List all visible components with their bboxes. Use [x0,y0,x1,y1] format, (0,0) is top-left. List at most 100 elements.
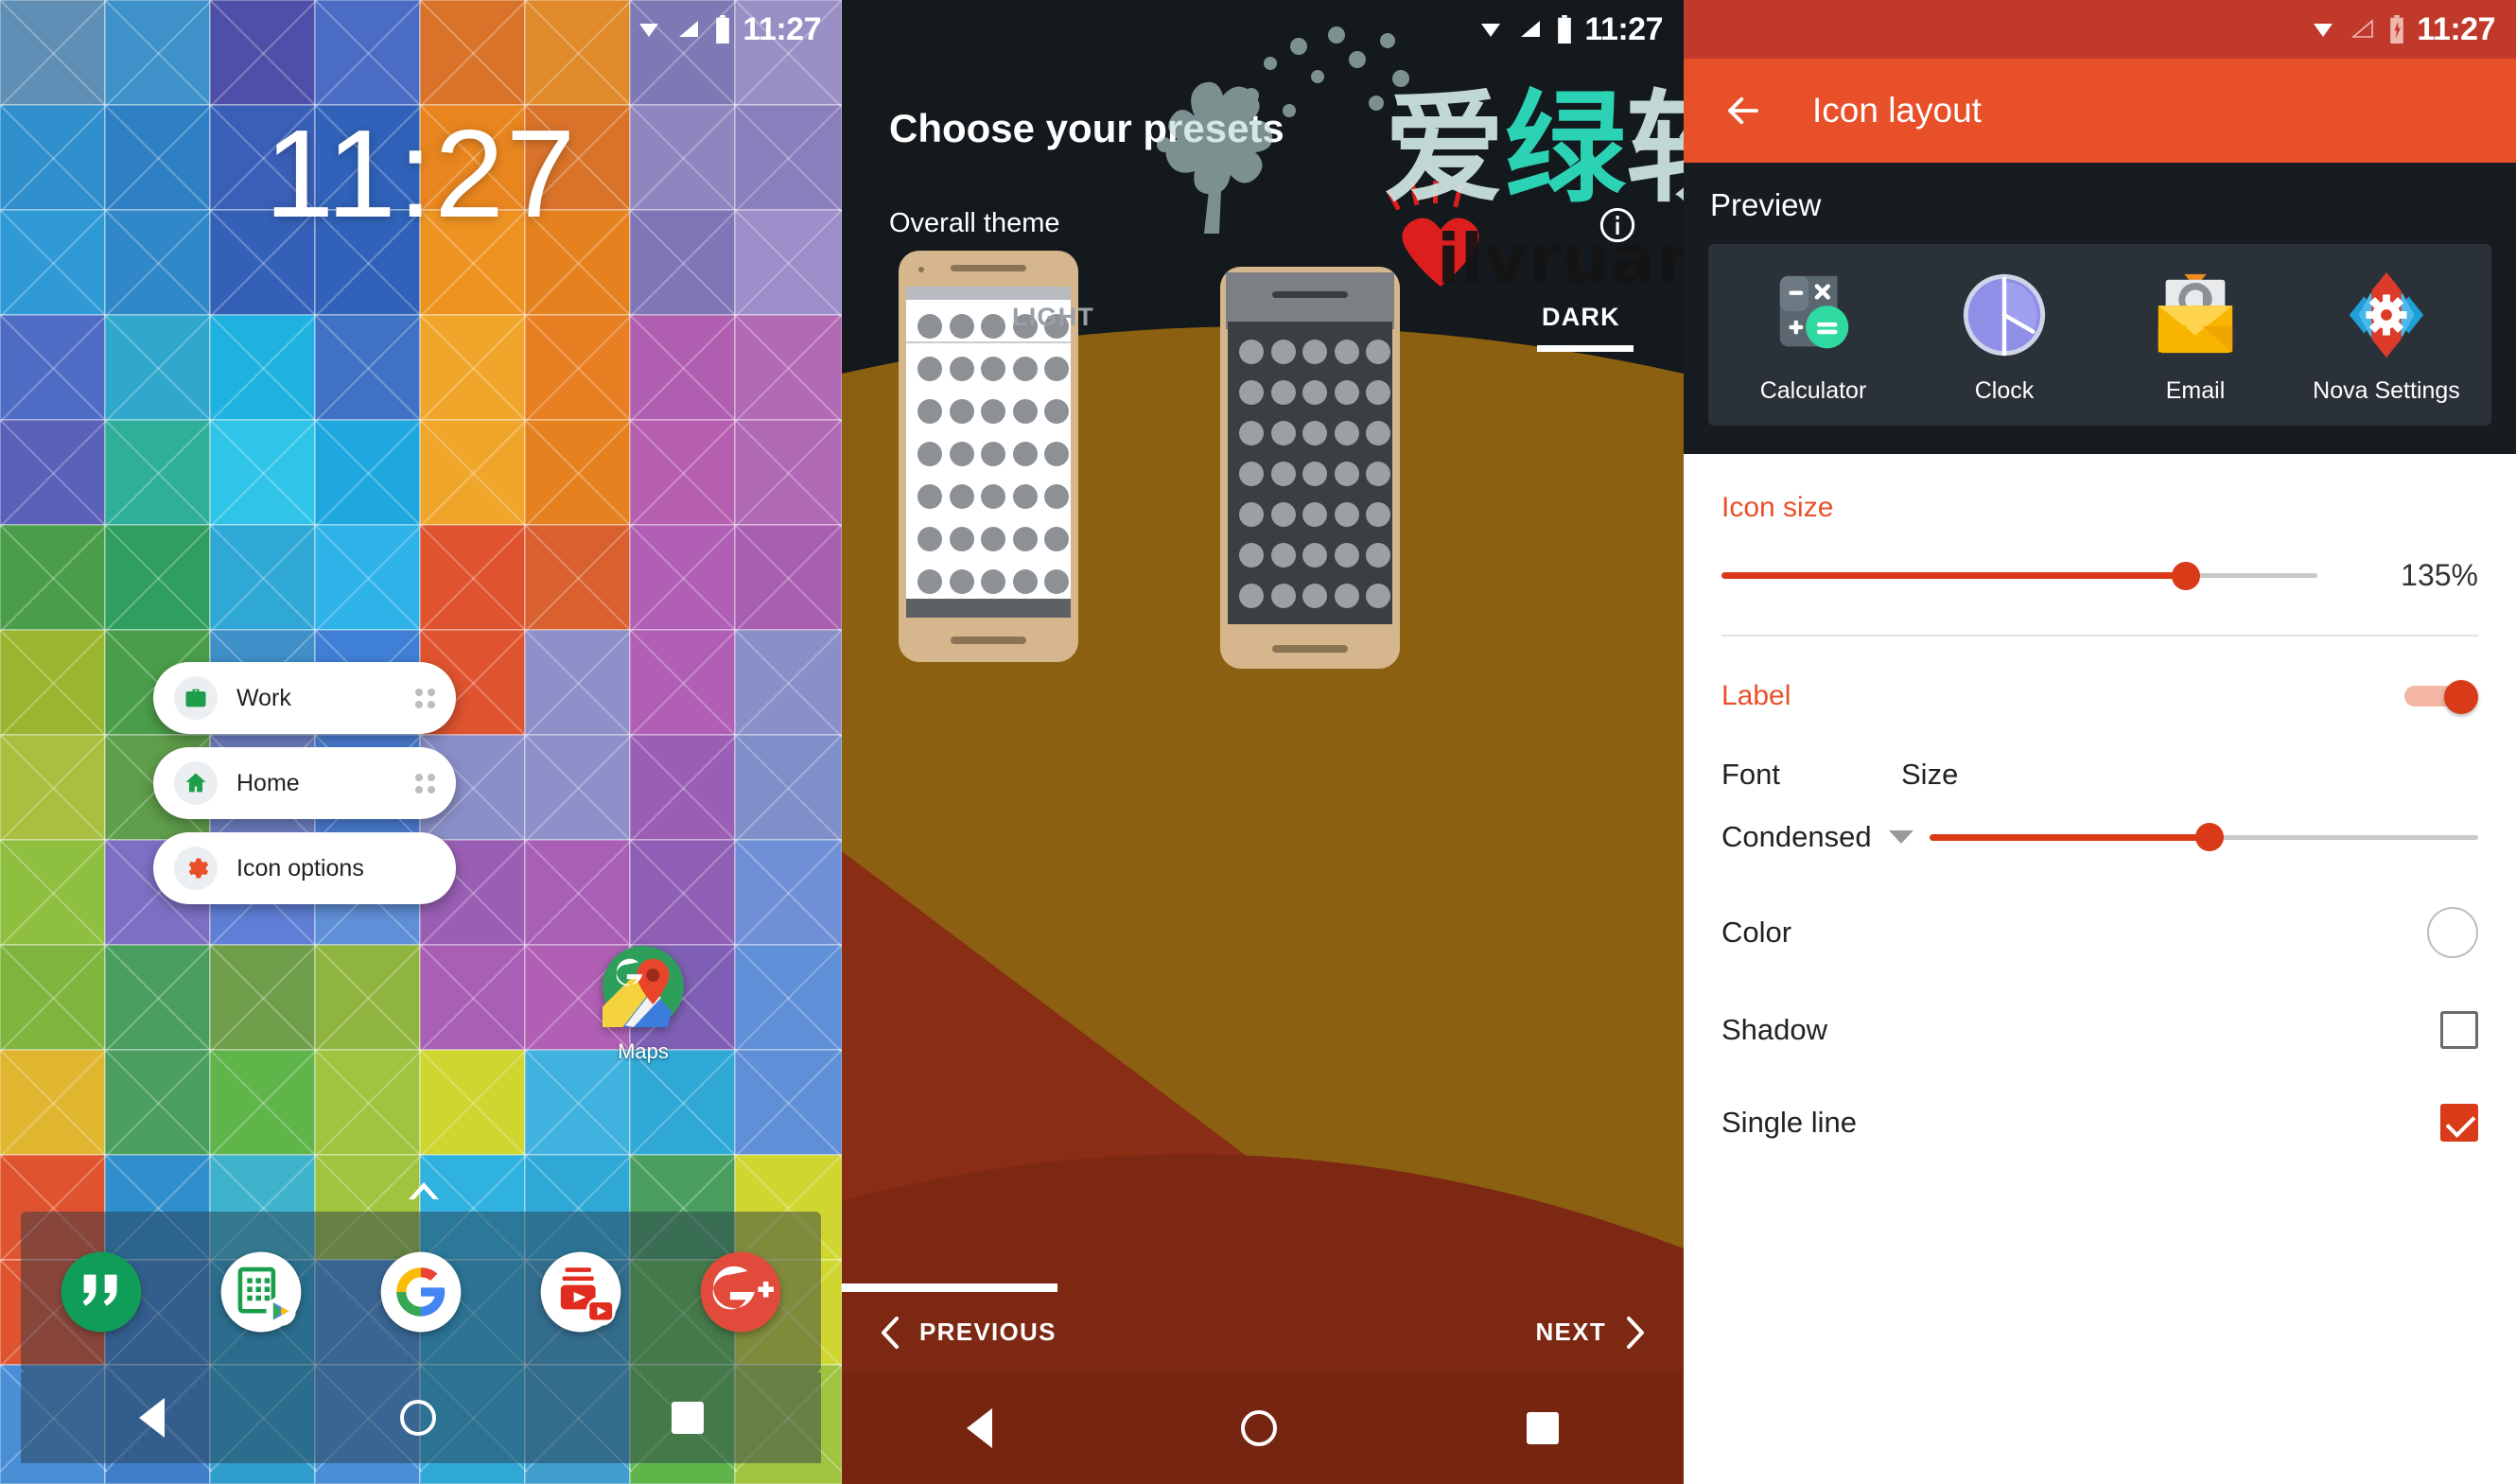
google-maps-icon [603,946,684,1027]
shortcut-item-work[interactable]: Work [153,662,456,734]
theme-tabs: LIGHT DARK [842,303,1684,369]
shortcut-label: Work [236,684,291,711]
battery-charging-icon [2390,15,2404,44]
screenshot-triptych: 11:27 11:27 Work Home Icon options Maps … [0,0,2516,1484]
label-title: Label [1721,680,1791,711]
calculator-icon [1779,275,1849,349]
label-size-slider[interactable] [1930,823,2478,851]
status-bar: 11:27 [0,0,842,59]
home-icon[interactable] [1241,1410,1278,1446]
google-icon[interactable] [377,1248,464,1336]
status-bar-time: 11:27 [1584,10,1663,47]
tab-light[interactable]: LIGHT [1012,303,1094,332]
label-section: Label Font Size Condensed [1684,637,2516,854]
app-bar: Icon layout [1684,59,2516,163]
info-icon[interactable] [1599,206,1636,249]
hangouts-icon[interactable] [58,1248,145,1336]
page-title: Choose your presets [889,106,1284,150]
next-button[interactable]: NEXT [1535,1316,1648,1349]
preview-title: Preview [1710,187,1822,222]
wifi-icon [2314,24,2333,37]
battery-icon [716,15,730,44]
icon-size-section: Icon size 135% [1684,454,2516,593]
preview-app-calculator[interactable]: Calculator [1738,269,1889,405]
youtube-icon[interactable] [537,1248,624,1336]
font-dropdown[interactable]: Condensed [1721,820,1913,854]
wizard-navigation: PREVIOUS NEXT [842,1292,1684,1372]
status-bar: 11:27 [1684,0,2516,59]
signal-icon [679,21,699,37]
sheets-icon[interactable] [218,1248,305,1336]
status-bar-time: 11:27 [2417,10,2495,47]
shortcut-label: Home [236,769,300,796]
battery-icon [1558,15,1572,44]
preview-app-label: Email [2165,377,2226,404]
font-header: Font [1721,758,1781,791]
icon-size-value: 135% [2401,558,2478,592]
shortcut-item-icon-options[interactable]: Icon options [153,832,456,904]
preview-app-email[interactable]: Email [2120,269,2271,405]
color-row[interactable]: Color [1684,907,2516,958]
tab-indicator [1537,345,1634,352]
app-label: Maps [618,1039,669,1063]
arrow-back-icon[interactable] [1723,91,1763,131]
icon-layout-screen-panel: 11:27 Icon layout Preview Calculator Clo… [1684,0,2516,1484]
shortcut-popup-menu: Work Home Icon options [153,662,456,917]
nova-settings-icon [2349,271,2424,358]
label-toggle-row[interactable]: Label [1721,680,2478,714]
preview-app-nova-settings[interactable]: Nova Settings [2311,269,2462,405]
page-title: Icon layout [1812,91,1982,130]
shadow-label: Shadow [1721,1013,1828,1046]
shadow-row[interactable]: Shadow [1684,1011,2516,1049]
preview-app-clock[interactable]: Clock [1929,269,2080,405]
chevron-up-icon[interactable] [407,1180,441,1206]
font-value: Condensed [1721,820,1872,853]
single-line-row[interactable]: Single line [1684,1104,2516,1142]
shadow-checkbox[interactable] [2440,1011,2478,1049]
dock [21,1212,821,1372]
drag-handle-icon[interactable] [415,773,435,794]
email-icon [2158,273,2233,354]
home-screen-panel: 11:27 11:27 Work Home Icon options Maps [0,0,842,1484]
slider-thumb[interactable] [2194,823,2224,851]
slider-fill [1721,572,2187,579]
toggle-knob [2444,680,2478,714]
single-line-label: Single line [1721,1106,1858,1139]
preview-card: Calculator Clock Email Nova Settings [1708,244,2491,426]
previous-button[interactable]: PREVIOUS [878,1316,1057,1349]
previous-label: PREVIOUS [919,1318,1057,1346]
chevron-right-icon [1627,1316,1644,1349]
android-navbar [21,1372,821,1463]
shortcut-label: Icon options [236,854,364,882]
next-label: NEXT [1535,1318,1606,1346]
font-size-headers: Font Size [1721,758,2478,792]
color-swatch[interactable] [2427,907,2478,958]
recents-icon[interactable] [1527,1412,1560,1444]
tab-dark[interactable]: DARK [1542,303,1620,332]
preview-section: Preview Calculator Clock Email Nova Sett… [1684,163,2516,454]
back-icon[interactable] [138,1398,165,1438]
shortcut-item-home[interactable]: Home [153,747,456,819]
clock-widget[interactable]: 11:27 [0,112,842,236]
icon-size-slider[interactable] [1721,561,2317,590]
wifi-icon [639,24,659,37]
progress-indicator [842,1283,1057,1292]
preview-app-label: Nova Settings [2313,377,2460,404]
app-icon-maps[interactable]: Maps [586,946,700,1064]
label-toggle[interactable] [2404,680,2478,714]
color-label: Color [1721,916,1792,949]
icon-size-row: 135% [1721,558,2478,593]
signal-icon [2351,19,2374,38]
single-line-checkbox[interactable] [2440,1104,2478,1142]
drag-handle-icon[interactable] [415,688,435,708]
preview-app-label: Clock [1974,377,2035,404]
home-icon[interactable] [399,1400,436,1436]
slider-thumb[interactable] [2172,561,2201,590]
back-icon[interactable] [966,1408,992,1448]
section-label: Overall theme [889,208,1060,238]
recents-icon[interactable] [671,1402,704,1434]
google-plus-icon[interactable] [697,1248,784,1336]
status-bar: 11:27 [842,0,1684,59]
house-icon [174,761,218,805]
wifi-icon [1481,24,1501,37]
